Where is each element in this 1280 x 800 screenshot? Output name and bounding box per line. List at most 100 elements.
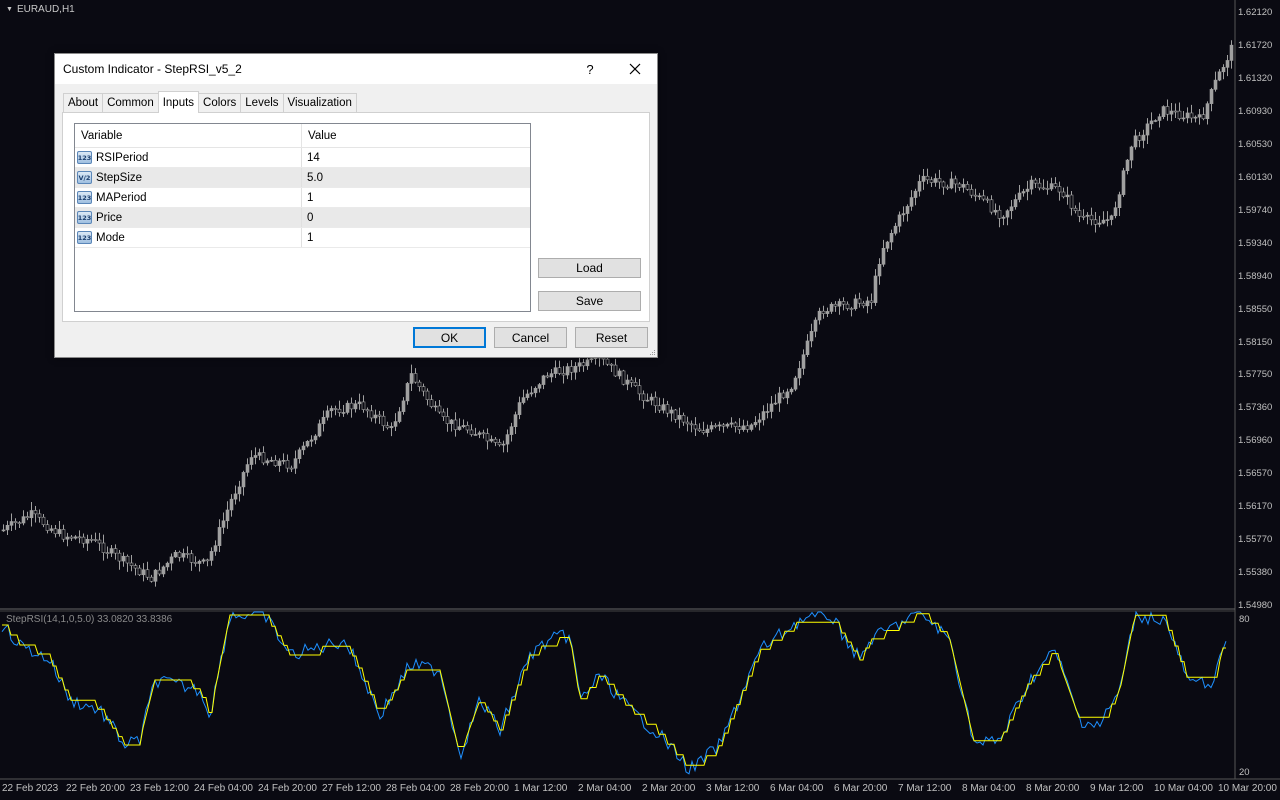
value-cell[interactable]: 1: [302, 228, 530, 247]
candle-body: [505, 434, 510, 445]
time-label: 28 Feb 04:00: [386, 783, 445, 794]
candle-body: [1121, 170, 1126, 195]
candle-body: [161, 566, 166, 575]
tab-inputs[interactable]: Inputs: [157, 91, 200, 113]
candle-body: [641, 393, 646, 401]
candle-body: [573, 365, 578, 373]
candle-body: [773, 402, 778, 405]
candle-body: [545, 375, 550, 378]
candle-body: [837, 301, 842, 307]
candle-body: [393, 421, 398, 427]
candle-body: [49, 528, 54, 531]
candle-body: [433, 405, 438, 408]
close-button[interactable]: [620, 54, 650, 84]
candle-body: [197, 560, 202, 564]
time-label: 27 Feb 12:00: [322, 783, 381, 794]
cancel-button[interactable]: Cancel: [494, 327, 567, 348]
help-button[interactable]: ?: [575, 54, 605, 84]
candle-body: [585, 359, 590, 367]
candle-body: [777, 392, 782, 404]
column-header-variable[interactable]: Variable: [75, 124, 302, 147]
candle-body: [897, 214, 902, 227]
candle-body: [369, 410, 374, 419]
candle-body: [801, 354, 806, 369]
double-type-icon: V/2: [77, 171, 92, 184]
candle-body: [673, 409, 678, 420]
custom-indicator-dialog: Custom Indicator - StepRSI_v5_2 ? About …: [54, 53, 658, 358]
candle-body: [1229, 44, 1234, 61]
chart-symbol-label[interactable]: ▼ EURAUD,H1: [6, 4, 75, 15]
candle-body: [945, 186, 950, 189]
candle-body: [1009, 206, 1014, 212]
dropdown-triangle-icon[interactable]: ▼: [6, 6, 13, 13]
candle-body: [793, 377, 798, 390]
ok-button[interactable]: OK: [413, 327, 486, 348]
candle-body: [657, 405, 662, 411]
value-cell[interactable]: 14: [302, 148, 530, 167]
inputs-panel: Variable Value 123 RSIPeriod 14 V/2 StepSi…: [62, 112, 650, 322]
time-label: 10 Mar 04:00: [1154, 783, 1213, 794]
candle-body: [249, 457, 254, 465]
candle-body: [173, 551, 178, 558]
candle-body: [829, 303, 834, 312]
candle-body: [789, 388, 794, 393]
value-cell[interactable]: 5.0: [302, 168, 530, 187]
candle-body: [653, 396, 658, 407]
candle-body: [1073, 207, 1078, 211]
candle-body: [741, 425, 746, 430]
candle-body: [401, 400, 406, 412]
candle-body: [137, 567, 142, 576]
value-cell[interactable]: 1: [302, 188, 530, 207]
price-label: 1.55380: [1238, 567, 1273, 579]
candle-body: [1141, 134, 1146, 141]
price-label: 1.61320: [1238, 72, 1273, 84]
load-button[interactable]: Load: [538, 258, 641, 278]
save-button[interactable]: Save: [538, 291, 641, 311]
candle-body: [381, 415, 386, 427]
candle-body: [201, 559, 206, 562]
table-row[interactable]: 123 MAPeriod 1: [75, 188, 530, 208]
price-label: 1.55770: [1238, 534, 1273, 546]
tab-visualization[interactable]: Visualization: [282, 93, 357, 112]
candle-body: [33, 510, 38, 515]
candle-body: [1177, 110, 1182, 119]
candle-body: [409, 373, 414, 384]
tab-levels[interactable]: Levels: [240, 93, 284, 112]
reset-button[interactable]: Reset: [575, 327, 648, 348]
candle-body: [273, 459, 278, 466]
candle-body: [825, 311, 830, 314]
candle-body: [41, 516, 46, 526]
candle-body: [485, 433, 490, 442]
candle-body: [209, 551, 214, 561]
time-label: 24 Feb 20:00: [258, 783, 317, 794]
table-row[interactable]: 123 Price 0: [75, 208, 530, 228]
candle-body: [165, 562, 170, 568]
candle-body: [833, 303, 838, 307]
table-row[interactable]: 123 RSIPeriod 14: [75, 148, 530, 168]
tab-common[interactable]: Common: [102, 93, 159, 112]
candle-body: [305, 441, 310, 447]
tab-colors[interactable]: Colors: [198, 93, 242, 112]
table-row[interactable]: V/2 StepSize 5.0: [75, 168, 530, 188]
time-label: 8 Mar 20:00: [1026, 783, 1080, 794]
candle-body: [877, 264, 882, 277]
candle-body: [117, 552, 122, 562]
candle-body: [949, 178, 954, 189]
candle-body: [497, 442, 502, 446]
value-cell[interactable]: 0: [302, 208, 530, 227]
inputs-grid[interactable]: Variable Value 123 RSIPeriod 14 V/2 StepSi…: [74, 123, 531, 312]
column-header-value[interactable]: Value: [302, 124, 530, 147]
resize-grip-icon[interactable]: [648, 348, 656, 356]
candle-body: [681, 415, 686, 423]
grid-header: Variable Value: [75, 124, 530, 148]
candle-body: [217, 527, 222, 546]
tab-about[interactable]: About: [63, 93, 104, 112]
table-row[interactable]: 123 Mode 1: [75, 228, 530, 248]
price-label: 1.62120: [1238, 7, 1273, 18]
candle-body: [121, 555, 126, 562]
candle-body: [969, 189, 974, 196]
dialog-titlebar[interactable]: Custom Indicator - StepRSI_v5_2 ?: [55, 54, 657, 84]
rsi-line: [1, 610, 1227, 775]
candle-body: [437, 405, 442, 413]
candle-body: [861, 302, 866, 307]
